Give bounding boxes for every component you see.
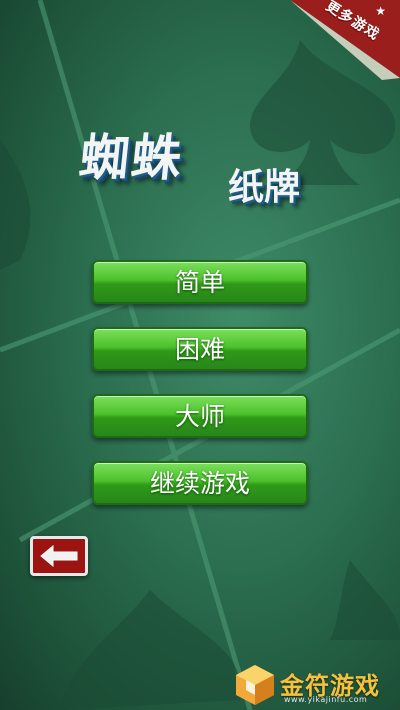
watermark: 金符游戏 www.yikajinfu.com [228, 660, 398, 710]
easy-button[interactable]: 简单 [92, 260, 308, 304]
more-games-ribbon[interactable]: ★ 更多游戏 [270, 0, 400, 80]
star-icon: ★ [375, 4, 386, 18]
back-arrow-icon [40, 545, 78, 567]
master-button[interactable]: 大师 [92, 394, 308, 438]
hard-button[interactable]: 困难 [92, 327, 308, 371]
game-title: 蜘蛛 纸牌 [77, 118, 340, 218]
cube-logo-icon [236, 665, 274, 705]
continue-game-button[interactable]: 继续游戏 [92, 461, 308, 505]
back-button[interactable] [30, 536, 88, 576]
title-sub-text: 纸牌 [228, 167, 301, 208]
watermark-url: www.yikajinfu.com [284, 695, 368, 704]
title-main-text: 蜘蛛 [76, 129, 187, 187]
